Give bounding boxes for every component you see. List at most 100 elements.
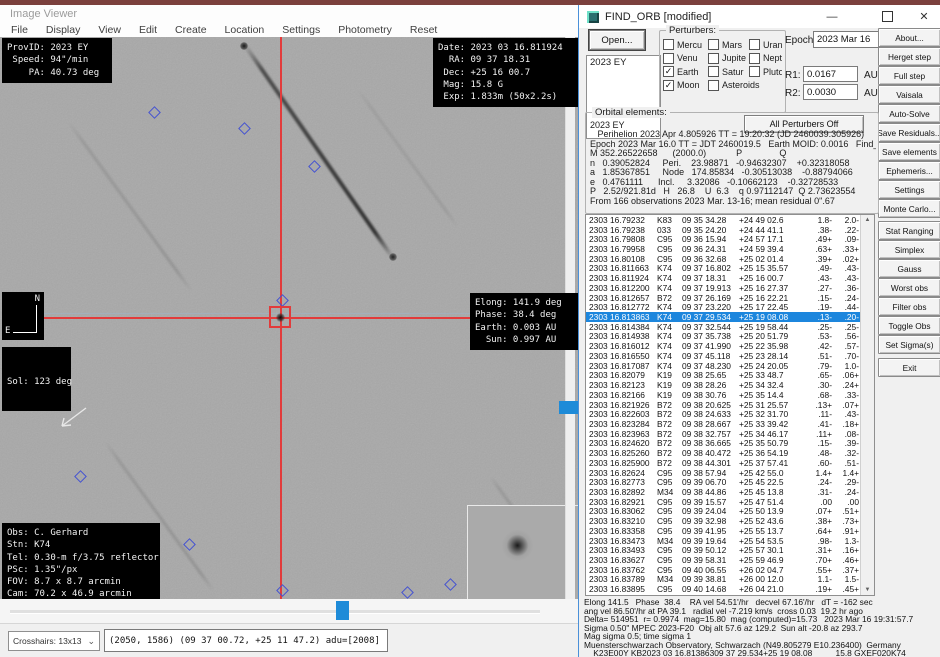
save-residuals-button[interactable]: Save Residuals... (878, 123, 940, 142)
checkbox-icon[interactable] (708, 80, 719, 91)
observation-row[interactable]: 2303 16.82773C9509 39 06.70+25 45 22.5.2… (586, 477, 874, 487)
observation-row[interactable]: 2303 16.83762C9509 40 06.55+26 02 04.7.5… (586, 565, 874, 575)
observation-row[interactable]: 2303 16.824620B7209 38 36.665+25 35 50.7… (586, 439, 874, 449)
observations-listbox[interactable]: 2303 16.79232K8309 35 34.28+24 49 02.61.… (585, 214, 875, 596)
observation-row[interactable]: 2303 16.82166K1909 38 30.76+25 35 14.4.6… (586, 390, 874, 400)
observation-row[interactable]: 2303 16.80108C9509 36 32.68+25 02 01.4.3… (586, 254, 874, 264)
image-vertical-scrollbar-thumb[interactable] (559, 401, 578, 414)
worst-obs-button[interactable]: Worst obs (878, 278, 940, 297)
observation-row-selected[interactable]: 2303 16.813863K7409 37 29.534+25 19 08.0… (586, 312, 874, 322)
perturber-checkbox-neptu[interactable]: Neptu (749, 52, 782, 66)
checkbox-icon[interactable] (749, 53, 760, 64)
settings-button[interactable]: Settings (878, 180, 940, 199)
perturber-checkbox-mars[interactable]: Mars (708, 38, 749, 52)
observation-row[interactable]: 2303 16.82624C9509 38 57.94+25 42 55.01.… (586, 468, 874, 478)
perturber-checkbox-jupite[interactable]: Jupite (708, 52, 749, 66)
observations-scrollbar[interactable]: ▲ ▼ (860, 215, 874, 595)
r1-field[interactable] (803, 66, 858, 82)
r2-field[interactable] (803, 84, 858, 100)
filter-obs-button[interactable]: Filter obs (878, 297, 940, 316)
scroll-up-icon[interactable]: ▲ (865, 217, 871, 223)
perturber-checkbox-pluto[interactable]: Pluto (749, 65, 782, 79)
set-sigma-s-button[interactable]: Set Sigma(s) (878, 335, 940, 354)
crosshair-size-dropdown[interactable]: Crosshairs: 13x13 ⌄ (8, 631, 100, 651)
menu-edit[interactable]: Edit (130, 24, 166, 36)
observation-row[interactable]: 2303 16.823284B7209 38 28.667+25 33 39.4… (586, 419, 874, 429)
save-elements-button[interactable]: Save elements (878, 142, 940, 161)
menu-display[interactable]: Display (37, 24, 89, 36)
observation-row[interactable]: 2303 16.83895C9509 40 14.68+26 04 21.0.1… (586, 584, 874, 594)
exit-button[interactable]: Exit (878, 358, 940, 377)
toggle-obs-button[interactable]: Toggle Obs (878, 316, 940, 335)
measured-object-target-box[interactable] (269, 306, 291, 328)
perturber-checkbox-venu[interactable]: Venu (663, 52, 708, 66)
observation-row[interactable]: 2303 16.814384K7409 37 32.544+25 19 58.4… (586, 322, 874, 332)
image-horizontal-scrollbar[interactable] (0, 599, 578, 623)
observation-row[interactable]: 2303 16.7923803309 35 24.20+24 44 41.1.3… (586, 225, 874, 235)
checkbox-icon[interactable] (749, 39, 760, 50)
vaisala-button[interactable]: Vaisala (878, 85, 940, 104)
observation-row[interactable]: 2303 16.812772K7409 37 23.220+25 17 22.4… (586, 302, 874, 312)
auto-solve-button[interactable]: Auto-Solve (878, 104, 940, 123)
observation-row[interactable]: 2303 16.83210C9509 39 32.98+25 52 43.6.3… (586, 516, 874, 526)
checkbox-icon[interactable] (708, 39, 719, 50)
simplex-button[interactable]: Simplex (878, 240, 940, 259)
observation-row[interactable]: 2303 16.79808C9509 36 15.94+24 57 17.1.4… (586, 234, 874, 244)
menu-settings[interactable]: Settings (273, 24, 329, 36)
herget-step-button[interactable]: Herget step (878, 47, 940, 66)
observation-row[interactable]: 2303 16.83473M3409 39 19.64+25 54 53.5.9… (586, 536, 874, 546)
perturber-checkbox-mercu[interactable]: Mercu (663, 38, 708, 52)
observation-row[interactable]: 2303 16.811663K7409 37 16.802+25 15 35.5… (586, 264, 874, 274)
gauss-button[interactable]: Gauss (878, 259, 940, 278)
observation-row[interactable]: 2303 16.823963B7209 38 32.757+25 34 46.1… (586, 429, 874, 439)
menu-create[interactable]: Create (166, 24, 216, 36)
perturber-checkbox-uranu[interactable]: Uranu (749, 38, 782, 52)
scroll-down-icon[interactable]: ▼ (865, 587, 871, 593)
observation-row[interactable]: 2303 16.811924K7409 37 18.31+25 16 00.7.… (586, 273, 874, 283)
perturber-checkbox-earth[interactable]: ✓Earth (663, 65, 708, 79)
menu-view[interactable]: View (89, 24, 130, 36)
image-horizontal-scrollbar-track[interactable] (10, 610, 540, 614)
observation-row[interactable]: 2303 16.812200K7409 37 19.913+25 16 27.3… (586, 283, 874, 293)
observation-row[interactable]: 2303 16.825900B7209 38 44.301+25 37 57.4… (586, 458, 874, 468)
observation-row[interactable]: 2303 16.816550K7409 37 45.118+25 23 28.1… (586, 351, 874, 361)
checkbox-icon[interactable] (708, 66, 719, 77)
pixel-coordinates-field[interactable] (104, 629, 388, 652)
maximize-button[interactable] (872, 5, 902, 28)
observation-row[interactable]: 2303 16.82921C9509 39 15.57+25 47 51.4.0… (586, 497, 874, 507)
observation-row[interactable]: 2303 16.83789M3409 39 38.81+26 00 12.01.… (586, 575, 874, 585)
checkbox-checked-icon[interactable]: ✓ (663, 66, 674, 77)
ephemeris-button[interactable]: Ephemeris... (878, 161, 940, 180)
perturber-checkbox-asteroids[interactable]: Asteroids (708, 79, 782, 93)
image-horizontal-scrollbar-thumb[interactable] (336, 601, 349, 620)
observation-row[interactable]: 2303 16.79958C9509 36 24.31+24 59 39.4.6… (586, 244, 874, 254)
menu-reset[interactable]: Reset (401, 24, 446, 36)
observation-row[interactable]: 2303 16.821926B7209 38 20.625+25 31 25.5… (586, 400, 874, 410)
observation-row[interactable]: 2303 16.83493C9509 39 50.12+25 57 30.1.3… (586, 545, 874, 555)
find-orb-titlebar[interactable]: FIND_ORB [modified] — ✕ (579, 5, 940, 28)
full-step-button[interactable]: Full step (878, 66, 940, 85)
observation-row[interactable]: 2303 16.822603B7209 38 24.633+25 32 31.7… (586, 409, 874, 419)
observation-row[interactable]: 2303 16.82123K1909 38 28.26+25 34 32.4.3… (586, 380, 874, 390)
close-button[interactable]: ✕ (909, 5, 939, 28)
observation-row[interactable]: 2303 16.82079K1909 38 25.65+25 33 48.7.6… (586, 371, 874, 381)
observation-row[interactable]: 2303 16.83627C9509 39 58.31+25 59 46.9.7… (586, 555, 874, 565)
menu-photometry[interactable]: Photometry (329, 24, 401, 36)
menu-file[interactable]: File (2, 24, 37, 36)
open-button[interactable]: Open... (589, 30, 645, 50)
checkbox-icon[interactable] (663, 53, 674, 64)
menu-location[interactable]: Location (216, 24, 274, 36)
observation-row[interactable]: 2303 16.83358C9509 39 41.95+25 55 13.7.6… (586, 526, 874, 536)
epoch-field[interactable] (813, 31, 879, 48)
observation-row[interactable]: 2303 16.82892M3409 38 44.86+25 45 13.8.3… (586, 487, 874, 497)
minimize-button[interactable]: — (817, 5, 847, 28)
image-viewer-titlebar[interactable]: Image Viewer (0, 5, 578, 22)
observation-row[interactable]: 2303 16.814938K7409 37 35.738+25 20 51.7… (586, 332, 874, 342)
perturber-checkbox-satur[interactable]: Satur (708, 65, 749, 79)
observation-row[interactable]: 2303 16.817087K7409 37 48.230+25 24 20.0… (586, 361, 874, 371)
observation-row[interactable]: 2303 16.83062C9509 39 24.04+25 50 13.9.0… (586, 507, 874, 517)
observation-row[interactable]: 2303 16.825260B7209 38 40.472+25 36 54.1… (586, 448, 874, 458)
perturber-checkbox-moon[interactable]: ✓Moon (663, 79, 708, 93)
monte-carlo-button[interactable]: Monte Carlo... (878, 199, 940, 218)
observation-row[interactable]: 2303 16.816012K7409 37 41.990+25 22 35.9… (586, 341, 874, 351)
